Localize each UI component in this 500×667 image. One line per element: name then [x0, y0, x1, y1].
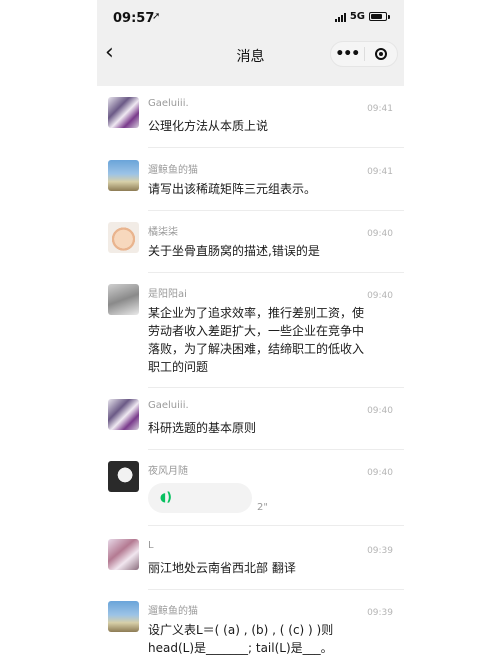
message-time: 09:40 [367, 406, 393, 416]
message-time: 09:39 [367, 608, 393, 618]
sender-name: 遛鲸鱼的猫 [148, 165, 198, 176]
more-icon[interactable]: ••• [331, 42, 364, 66]
sender-name: 橘柒柒 [148, 227, 178, 238]
divider [148, 449, 404, 450]
divider [148, 272, 404, 273]
avatar[interactable] [108, 461, 139, 492]
avatar[interactable] [108, 284, 139, 315]
signal-icon [334, 12, 346, 22]
divider [148, 525, 404, 526]
status-bar: 09:57 ➚ 5G [97, 0, 404, 36]
network-type: 5G [349, 11, 365, 22]
message-time: 09:39 [367, 546, 393, 556]
location-arrow-icon: ➚ [152, 11, 161, 22]
battery-tip [388, 14, 390, 19]
message-time: 09:41 [367, 167, 393, 177]
sender-name: L [148, 540, 154, 551]
battery-icon [369, 12, 387, 21]
message-text: 某企业为了追求效率，推行差别工资，使劳动者收入差距扩大，一些企业在竞争中落败，为… [148, 306, 365, 374]
header-gap [97, 73, 404, 86]
sender-name: 遛鲸鱼的猫 [148, 606, 198, 617]
nav-bar: ‹ 消息 ••• [97, 36, 404, 73]
message-time: 09:40 [367, 229, 393, 239]
close-target-icon[interactable] [364, 48, 397, 60]
avatar[interactable] [108, 399, 139, 430]
status-indicators: 5G [334, 11, 390, 22]
sender-name: Gaeluiii. [148, 98, 189, 109]
status-time: 09:57 [113, 11, 155, 26]
message-text: 关于坐骨直肠窝的描述,错误的是 [148, 244, 320, 258]
voice-duration: 2" [257, 502, 268, 513]
message-text: 设广义表L＝( (a) , (b) , ( (c) ) )则head(L)是__… [148, 623, 334, 655]
divider [148, 387, 404, 388]
message-text: 公理化方法从本质上说 [148, 119, 269, 133]
message-text: 科研选题的基本原则 [148, 421, 257, 435]
sender-name: Gaeluiii. [148, 400, 189, 411]
message-time: 09:40 [367, 468, 393, 478]
sender-name: 夜风月随 [148, 466, 188, 477]
avatar[interactable] [108, 539, 139, 570]
divider [148, 589, 404, 590]
avatar[interactable] [108, 97, 139, 128]
divider [148, 210, 404, 211]
message-time: 09:40 [367, 291, 393, 301]
phone-screen: 09:57 ➚ 5G ‹ 消息 ••• Gaeluiii. 09:41 公理化方… [97, 0, 404, 667]
avatar[interactable] [108, 601, 139, 632]
message-time: 09:41 [367, 104, 393, 114]
avatar[interactable] [108, 160, 139, 191]
voice-wave-icon: ◖) [160, 490, 172, 504]
avatar[interactable] [108, 222, 139, 253]
sender-name: 是阳阳ai [148, 289, 187, 300]
message-text: 请写出该稀疏矩阵三元组表示。 [148, 182, 317, 196]
message-text: 丽江地处云南省西北部 翻译 [148, 561, 296, 575]
voice-message-bubble[interactable]: ◖) [148, 483, 252, 513]
divider [148, 147, 404, 148]
mini-program-capsule: ••• [330, 41, 398, 67]
